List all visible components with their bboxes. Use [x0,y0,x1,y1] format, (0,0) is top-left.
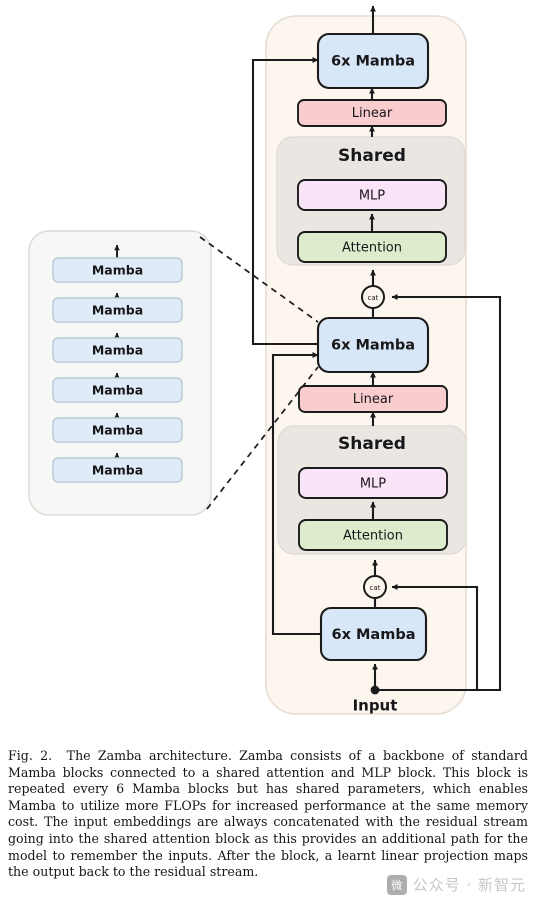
shared-title-upper: Shared [338,146,406,166]
input-label: Input [353,697,398,715]
figure-zamba-architecture: Mamba Mamba Mamba Mamba Mamba Mamba Inpu… [0,0,536,735]
mlp-label-upper: MLP [359,189,385,204]
top-mamba-block: 6x Mamba [316,32,430,90]
mlp-block-upper: MLP [297,179,447,211]
mamba-block: Mamba [52,457,183,483]
attention-label-lower: Attention [343,529,403,544]
mid-mamba-label: 6x Mamba [331,338,415,354]
bottom-mamba-label: 6x Mamba [332,627,416,643]
mamba-block-label: Mamba [92,263,143,278]
shared-block-lower: Shared MLP Attention [277,425,467,555]
mlp-block-lower: MLP [298,467,448,499]
figure-caption: Fig. 2. The Zamba architecture. Zamba co… [8,748,528,881]
mamba-block: Mamba [52,417,183,443]
caption-text: The Zamba architecture. Zamba consists o… [8,748,528,880]
linear-label-lower: Linear [353,392,394,407]
mamba-stack-panel: Mamba Mamba Mamba Mamba Mamba Mamba [28,230,212,516]
mamba-block-label: Mamba [92,383,143,398]
linear-label-upper: Linear [352,106,393,121]
linear-block-lower: Linear [298,385,448,413]
shared-title-lower: Shared [338,434,406,454]
bottom-mamba-block: 6x Mamba [319,606,428,662]
mlp-label-lower: MLP [360,477,386,492]
concat-label: cat [370,584,381,592]
mid-mamba-block: 6x Mamba [316,316,430,374]
attention-block-lower: Attention [298,519,448,551]
mamba-block-label: Mamba [92,423,143,438]
caption-figure-number: Fig. 2. [8,748,53,763]
shared-block-upper: Shared MLP Attention [276,136,466,266]
attention-block-upper: Attention [297,231,447,263]
concat-label-upper: cat [368,294,379,302]
mamba-block: Mamba [52,297,183,323]
mamba-block-label: Mamba [92,303,143,318]
mamba-block: Mamba [52,257,183,283]
mamba-block-label: Mamba [92,463,143,478]
linear-block-upper: Linear [297,99,447,127]
mamba-block: Mamba [52,377,183,403]
mamba-block-label: Mamba [92,343,143,358]
mamba-block: Mamba [52,337,183,363]
attention-label-upper: Attention [342,241,402,256]
top-mamba-label: 6x Mamba [331,54,415,70]
